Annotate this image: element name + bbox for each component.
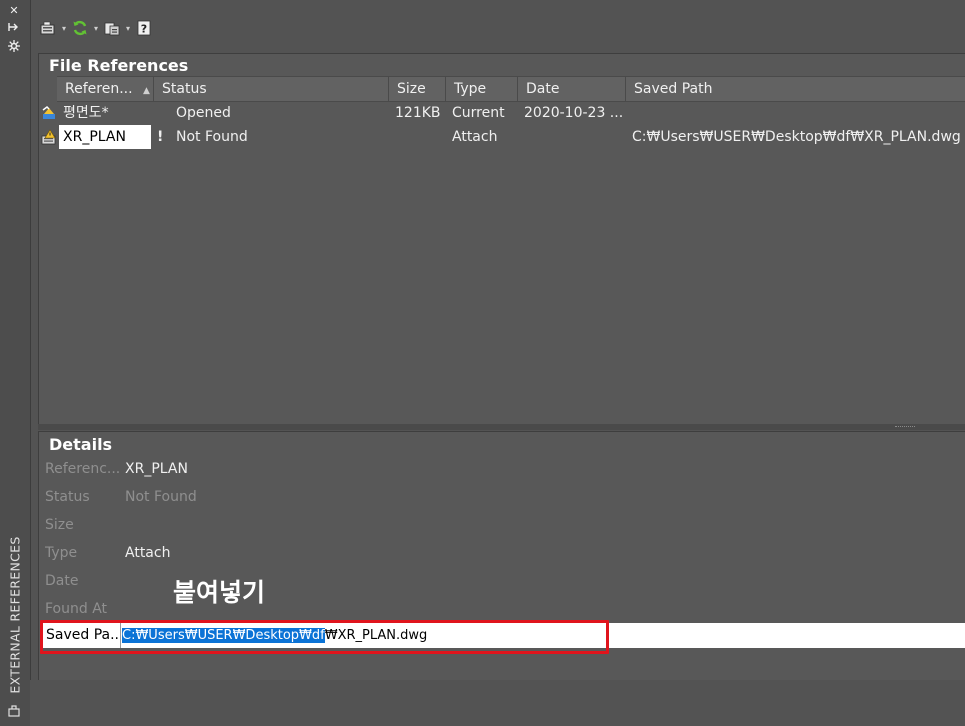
splitter-grip (895, 426, 915, 428)
file-references-panel: File References Referen... ▲ Status Size… (38, 53, 965, 425)
highlight-box (40, 620, 609, 654)
detail-label: Found At (45, 601, 108, 617)
auto-hide-icon[interactable] (6, 22, 22, 35)
column-date[interactable]: Date (518, 77, 626, 101)
attach-dropdown-arrow[interactable]: ▾ (60, 24, 68, 33)
close-icon[interactable]: ✕ (6, 4, 22, 17)
detail-label: Type (45, 545, 78, 561)
reference-name: 평면도* (63, 105, 109, 121)
help-icon[interactable]: ? (136, 20, 152, 36)
file-references-header: Referen... ▲ Status Size Type Date Saved… (57, 76, 965, 102)
detail-label: Size (45, 517, 74, 533)
toolbar: ▾ ▾ ▾ ? (40, 16, 152, 40)
file-references-title: File References (49, 56, 189, 75)
current-drawing-icon (41, 105, 57, 121)
detail-row-reference[interactable]: Referenc... XR_PLAN (39, 455, 965, 483)
detail-value: XR_PLAN (125, 461, 188, 477)
change-path-dropdown-arrow[interactable]: ▾ (124, 24, 132, 33)
reference-saved-path: C:₩Users₩USER₩Desktop₩df₩XR_PLAN.dwg (632, 129, 961, 145)
column-type[interactable]: Type (446, 77, 518, 101)
change-path-icon[interactable] (104, 20, 120, 36)
reference-type: Current (452, 105, 505, 121)
paste-caption: 붙여넣기 (173, 578, 266, 607)
not-found-flag: ! (157, 129, 164, 145)
sort-ascending-icon: ▲ (143, 86, 150, 96)
detail-label: Referenc... (45, 461, 121, 477)
column-size[interactable]: Size (389, 77, 446, 101)
properties-icon[interactable] (6, 40, 22, 53)
refresh-dropdown-arrow[interactable]: ▾ (92, 24, 100, 33)
details-title: Details (49, 435, 113, 454)
table-row[interactable]: 평면도* Opened 121KB Current 2020-10-23 ... (39, 101, 965, 125)
detail-row-type[interactable]: Type Attach (39, 539, 965, 567)
detail-value: Not Found (125, 489, 197, 505)
reference-status: Opened (176, 105, 231, 121)
detail-row-status[interactable]: Status Not Found (39, 483, 965, 511)
svg-text:?: ? (141, 23, 147, 36)
reference-size: 121KB (395, 105, 441, 121)
xref-warning-icon (41, 129, 57, 145)
attach-dwg-icon[interactable] (40, 20, 56, 36)
reference-status: Not Found (176, 129, 248, 145)
panel-splitter[interactable] (38, 424, 965, 430)
reference-name-editing[interactable]: XR_PLAN (59, 125, 151, 149)
refresh-icon[interactable] (72, 20, 88, 36)
reference-type: Attach (452, 129, 498, 145)
detail-value: Attach (125, 545, 171, 561)
column-reference-name[interactable]: Referen... ▲ (57, 77, 154, 101)
column-saved-path[interactable]: Saved Path (626, 77, 965, 101)
palette-title: EXTERNAL REFERENCES (7, 536, 23, 694)
detail-label: Status (45, 489, 90, 505)
column-status[interactable]: Status (154, 77, 389, 101)
table-row[interactable]: XR_PLAN ! Not Found Attach C:₩Users₩USER… (39, 125, 965, 149)
detail-row-size[interactable]: Size (39, 511, 965, 539)
palette-title-strip: ✕ EXTERNAL REFERENCES (0, 0, 31, 726)
detail-label: Date (45, 573, 79, 589)
palette-menu-icon[interactable] (6, 705, 22, 718)
panel-bottom-area (30, 680, 965, 726)
reference-date: 2020-10-23 ... (524, 105, 624, 121)
